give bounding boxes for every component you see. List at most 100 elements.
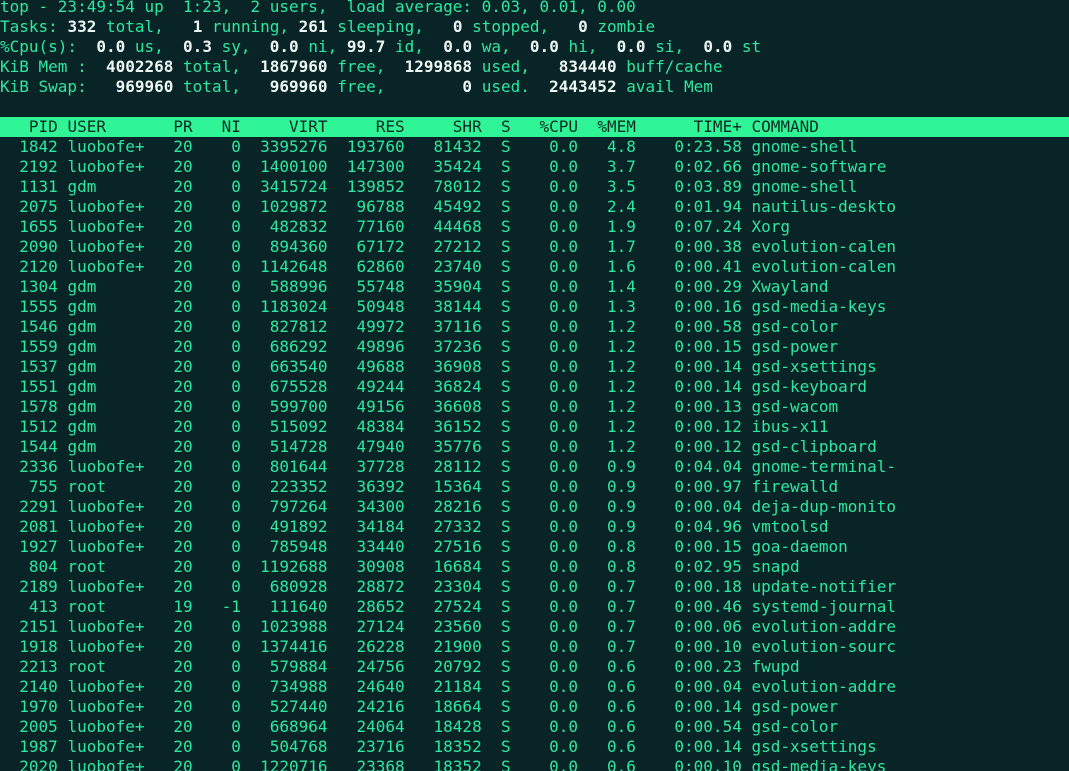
process-state: S [491,317,511,336]
process-row[interactable]: 413 root 19 -1 111640 28652 27524 S 0.0 … [0,597,896,617]
column-header-user: USER [67,117,145,136]
process-mem: 0.9 [587,477,636,496]
terminal-window[interactable]: top - 23:49:54 up 1:23, 2 users, load av… [0,0,1069,771]
process-row[interactable]: 2075 luobofe+ 20 0 1029872 96788 45492 S… [0,197,896,217]
process-state: S [491,737,511,756]
mem-buff-cache-value: 834440 [558,57,617,76]
process-pid: 2213 [0,657,58,676]
swap-label: KiB Swap: [0,77,87,96]
cpu-line: %Cpu(s): 0.0 us, 0.3 sy, 0.0 ni, 99.7 id… [0,37,761,57]
process-user: luobofe+ [67,577,145,596]
process-command: update-notifier [751,577,896,596]
process-user: root [67,477,145,496]
process-mem: 1.2 [587,337,636,356]
process-state: S [491,637,511,656]
process-row[interactable]: 1551 gdm 20 0 675528 49244 36824 S 0.0 1… [0,377,867,397]
process-row[interactable]: 2189 luobofe+ 20 0 680928 28872 23304 S … [0,577,896,597]
process-row[interactable]: 1544 gdm 20 0 514728 47940 35776 S 0.0 1… [0,437,876,457]
process-cpu: 0.0 [520,477,579,496]
process-virt: 3395276 [250,137,328,156]
process-pr: 20 [154,477,193,496]
process-ni: 0 [202,657,241,676]
process-time: 0:00.13 [645,397,742,416]
process-pid: 1131 [0,177,58,196]
process-row[interactable]: 2090 luobofe+ 20 0 894360 67172 27212 S … [0,237,896,257]
process-time: 0:00.14 [645,697,742,716]
process-row[interactable]: 2120 luobofe+ 20 0 1142648 62860 23740 S… [0,257,896,277]
process-row[interactable]: 1512 gdm 20 0 515092 48384 36152 S 0.0 1… [0,417,828,437]
process-row[interactable]: 2081 luobofe+ 20 0 491892 34184 27332 S … [0,517,828,537]
process-row[interactable]: 2213 root 20 0 579884 24756 20792 S 0.0 … [0,657,799,677]
process-state: S [491,757,511,771]
process-pid: 2120 [0,257,58,276]
process-virt: 801644 [250,457,328,476]
process-mem: 4.8 [587,137,636,156]
process-virt: 1220716 [250,757,328,771]
process-command: firewalld [751,477,839,496]
process-pr: 20 [154,237,193,256]
process-virt: 504768 [250,737,328,756]
process-shr: 18352 [414,737,482,756]
process-shr: 36824 [414,377,482,396]
process-row[interactable]: 1927 luobofe+ 20 0 785948 33440 27516 S … [0,537,848,557]
process-cpu: 0.0 [520,177,579,196]
process-state: S [491,257,511,276]
process-row[interactable]: 2140 luobofe+ 20 0 734988 24640 21184 S … [0,677,896,697]
process-virt: 599700 [250,397,328,416]
process-res: 24640 [337,677,405,696]
process-row[interactable]: 1131 gdm 20 0 3415724 139852 78012 S 0.0… [0,177,857,197]
process-row[interactable]: 1987 luobofe+ 20 0 504768 23716 18352 S … [0,737,876,757]
process-state: S [491,477,511,496]
process-shr: 18664 [414,697,482,716]
tasks-label: Tasks: [0,17,58,36]
process-row[interactable]: 1842 luobofe+ 20 0 3395276 193760 81432 … [0,137,857,157]
process-row[interactable]: 804 root 20 0 1192688 30908 16684 S 0.0 … [0,557,800,577]
process-res: 49896 [337,337,405,356]
cpu-hi-label: hi, [568,37,598,56]
process-row[interactable]: 1655 luobofe+ 20 0 482832 77160 44468 S … [0,217,790,237]
process-pid: 1304 [0,277,58,296]
process-row[interactable]: 2151 luobofe+ 20 0 1023988 27124 23560 S… [0,617,896,637]
process-pr: 20 [154,497,193,516]
process-command: goa-daemon [751,537,848,556]
process-row[interactable]: 2020 luobofe+ 20 0 1220716 23368 18352 S… [0,757,886,771]
process-row[interactable]: 1578 gdm 20 0 599700 49156 36608 S 0.0 1… [0,397,838,417]
process-table-header[interactable]: PID USER PR NI VIRT RES SHR S %CPU %MEM … [0,117,1069,137]
process-time: 0:23.58 [645,137,742,156]
column-header-virt: VIRT [250,117,328,136]
process-row[interactable]: 755 root 20 0 223352 36392 15364 S 0.0 0… [0,477,838,497]
process-pid: 1559 [0,337,58,356]
process-row[interactable]: 1918 luobofe+ 20 0 1374416 26228 21900 S… [0,637,896,657]
process-row[interactable]: 2005 luobofe+ 20 0 668964 24064 18428 S … [0,717,838,737]
process-row[interactable]: 1555 gdm 20 0 1183024 50948 38144 S 0.0 … [0,297,886,317]
process-mem: 0.9 [587,457,636,476]
process-row[interactable]: 1970 luobofe+ 20 0 527440 24216 18664 S … [0,697,838,717]
process-virt: 1029872 [250,197,328,216]
process-time: 0:02.95 [645,557,742,576]
process-row[interactable]: 1546 gdm 20 0 827812 49972 37116 S 0.0 1… [0,317,838,337]
process-state: S [491,617,511,636]
process-state: S [491,157,511,176]
process-ni: 0 [202,397,241,416]
process-user: luobofe+ [67,197,145,216]
process-mem: 1.2 [587,357,636,376]
process-pid: 804 [0,557,58,576]
process-row[interactable]: 1304 gdm 20 0 588996 55748 35904 S 0.0 1… [0,277,828,297]
cpu-si-label: si, [655,37,685,56]
process-row[interactable]: 2291 luobofe+ 20 0 797264 34300 28216 S … [0,497,896,517]
process-user: luobofe+ [67,457,145,476]
process-row[interactable]: 1559 gdm 20 0 686292 49896 37236 S 0.0 1… [0,337,838,357]
process-user: luobofe+ [67,497,145,516]
process-cpu: 0.0 [520,397,579,416]
process-shr: 21900 [414,637,482,656]
process-pr: 20 [154,377,193,396]
process-row[interactable]: 1537 gdm 20 0 663540 49688 36908 S 0.0 1… [0,357,876,377]
process-row[interactable]: 2192 luobofe+ 20 0 1400100 147300 35424 … [0,157,886,177]
process-state: S [491,497,511,516]
process-shr: 81432 [414,137,482,156]
process-row[interactable]: 2336 luobofe+ 20 0 801644 37728 28112 S … [0,457,896,477]
process-command: deja-dup-monito [751,497,896,516]
swap-used-value: 0 [462,77,473,96]
process-cpu: 0.0 [520,497,579,516]
cpu-label: %Cpu(s): [0,37,78,56]
